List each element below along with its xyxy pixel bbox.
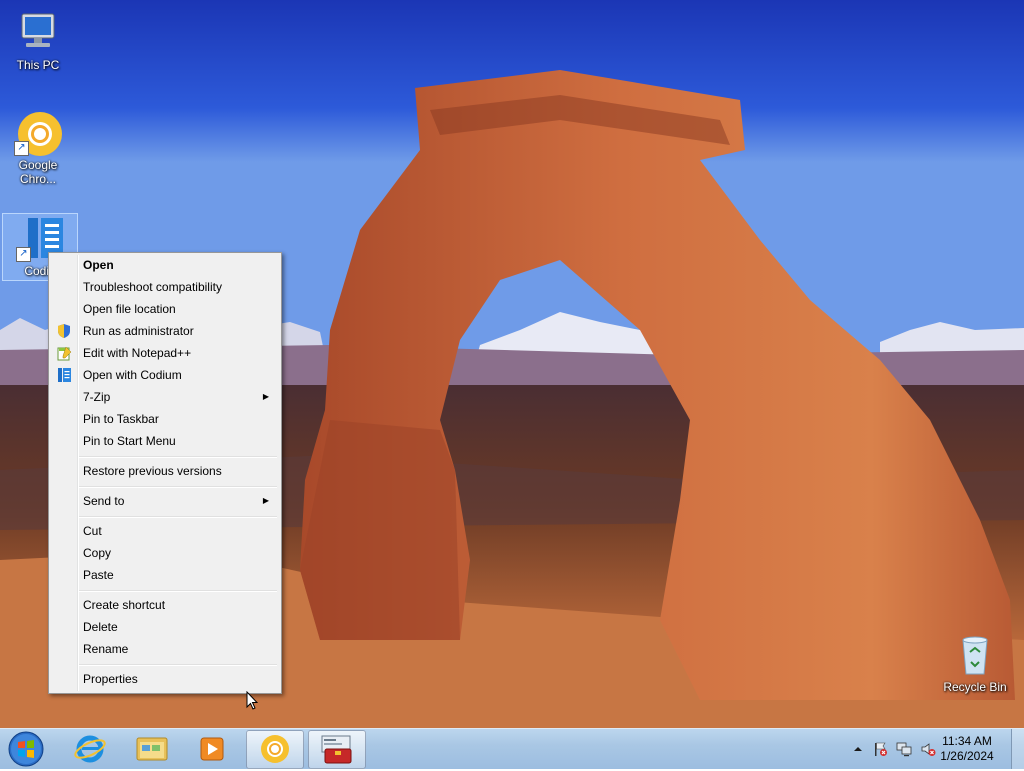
menu-item-label: Copy — [83, 546, 112, 560]
desktop-icon-label: Recycle Bin — [943, 680, 1007, 694]
menu-item-label: Troubleshoot compatibility — [83, 280, 222, 294]
taskbar-file-explorer-button[interactable] — [124, 730, 180, 767]
submenu-arrow-icon: ▶ — [262, 392, 269, 401]
show-hidden-icons-chevron[interactable] — [850, 741, 866, 757]
menu-item-label: Run as administrator — [83, 324, 194, 338]
desktop-icon-recycle-bin[interactable]: Recycle Bin — [942, 630, 1008, 698]
menu-item-send-to[interactable]: Send to ▶ — [51, 490, 279, 512]
desktop-icon-this-pc[interactable]: This PC — [6, 8, 70, 72]
windows-logo-icon — [8, 731, 44, 767]
taskbar-toolbox-app-button[interactable] — [308, 730, 366, 769]
menu-item-pin-to-start-menu[interactable]: Pin to Start Menu — [51, 430, 279, 452]
action-center-flag-icon[interactable] — [872, 741, 888, 757]
clock-time: 11:34 AM — [942, 734, 992, 748]
taskbar-media-player-button[interactable] — [184, 730, 240, 767]
system-tray: 11:34 AM 1/26/2024 — [834, 729, 1024, 769]
menu-item-open[interactable]: Open — [51, 254, 279, 276]
menu-item-7-zip[interactable]: 7-Zip ▶ — [51, 386, 279, 408]
menu-separator — [79, 516, 277, 518]
menu-item-open-with-codium[interactable]: Open with Codium — [51, 364, 279, 386]
menu-item-rename[interactable]: Rename — [51, 638, 279, 660]
desktop-icon-label: This PC — [16, 58, 60, 72]
menu-item-open-file-location[interactable]: Open file location — [51, 298, 279, 320]
menu-item-copy[interactable]: Copy — [51, 542, 279, 564]
menu-item-cut[interactable]: Cut — [51, 520, 279, 542]
menu-separator — [79, 664, 277, 666]
toolbox-app-icon — [321, 735, 352, 764]
codium-icon — [56, 367, 72, 383]
chrome-icon: ↗ — [14, 108, 62, 156]
menu-item-label: Paste — [83, 568, 114, 582]
clock-date: 1/26/2024 — [940, 749, 994, 763]
submenu-arrow-icon: ▶ — [262, 496, 269, 505]
menu-item-label: Edit with Notepad++ — [83, 346, 192, 360]
menu-item-troubleshoot-compatibility[interactable]: Troubleshoot compatibility — [51, 276, 279, 298]
recycle-bin-icon — [951, 630, 999, 678]
taskbar-clock[interactable]: 11:34 AM 1/26/2024 — [932, 734, 1002, 764]
show-desktop-button[interactable] — [1011, 729, 1024, 769]
menu-item-label: 7-Zip — [83, 390, 111, 404]
shortcut-arrow-icon: ↗ — [14, 141, 29, 156]
menu-item-restore-previous-versions[interactable]: Restore previous versions — [51, 460, 279, 482]
file-explorer-icon — [136, 737, 168, 761]
desktop-icon-label: Google Chro... — [18, 158, 58, 186]
menu-item-pin-to-taskbar[interactable]: Pin to Taskbar — [51, 408, 279, 430]
menu-item-label: Cut — [83, 524, 102, 538]
mouse-pointer-icon — [246, 691, 258, 710]
start-button[interactable] — [4, 730, 48, 768]
menu-item-label: Open file location — [83, 302, 176, 316]
taskbar: 11:34 AM 1/26/2024 — [0, 728, 1024, 769]
menu-item-label: Delete — [83, 620, 118, 634]
context-menu: Open Troubleshoot compatibility Open fil… — [48, 252, 282, 694]
notepad-plus-plus-icon — [56, 345, 72, 361]
menu-item-label: Pin to Start Menu — [83, 434, 176, 448]
menu-item-create-shortcut[interactable]: Create shortcut — [51, 594, 279, 616]
network-icon[interactable] — [896, 741, 912, 757]
menu-separator — [79, 590, 277, 592]
menu-item-properties[interactable]: Properties — [51, 668, 279, 690]
menu-separator — [79, 456, 277, 458]
menu-item-label: Properties — [83, 672, 138, 686]
menu-item-delete[interactable]: Delete — [51, 616, 279, 638]
menu-item-label: Rename — [83, 642, 129, 656]
menu-item-label: Pin to Taskbar — [83, 412, 159, 426]
desktop[interactable]: This PC ↗ Google Chro... ↗ Codiu Recycle… — [0, 0, 1024, 728]
menu-item-paste[interactable]: Paste — [51, 564, 279, 586]
menu-item-label: Open with Codium — [83, 368, 182, 382]
computer-icon — [14, 8, 62, 56]
menu-item-run-as-administrator[interactable]: Run as administrator — [51, 320, 279, 342]
menu-item-label: Open — [83, 258, 114, 272]
menu-item-label: Create shortcut — [83, 598, 166, 612]
taskbar-internet-explorer-button[interactable] — [62, 730, 118, 767]
shield-icon — [56, 323, 72, 339]
chrome-icon — [261, 735, 289, 763]
menu-item-label: Send to — [83, 494, 125, 508]
shortcut-arrow-icon: ↗ — [16, 247, 31, 262]
internet-explorer-icon — [74, 735, 106, 763]
menu-separator — [79, 486, 277, 488]
taskbar-chrome-button[interactable] — [246, 730, 304, 769]
menu-item-label: Restore previous versions — [83, 464, 222, 478]
media-player-icon — [200, 737, 224, 761]
menu-item-edit-with-notepad-plus-plus[interactable]: Edit with Notepad++ — [51, 342, 279, 364]
desktop-icon-google-chrome[interactable]: ↗ Google Chro... — [6, 108, 70, 192]
